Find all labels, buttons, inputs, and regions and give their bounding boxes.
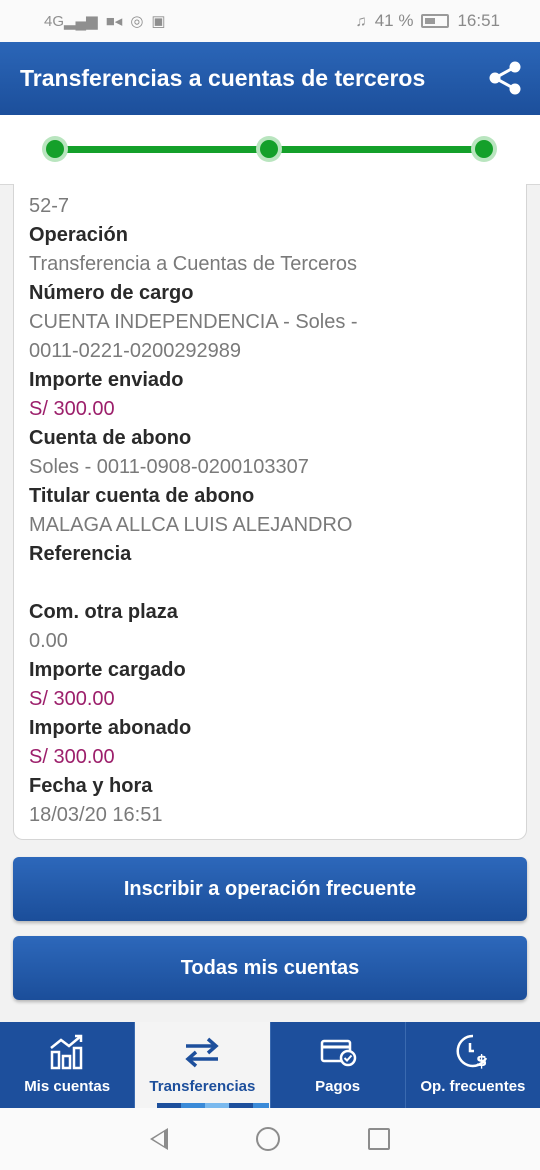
- battery-icon: [421, 14, 450, 28]
- nav-label: Op. frecuentes: [420, 1078, 526, 1095]
- system-nav-bar: [0, 1108, 540, 1170]
- home-icon[interactable]: [256, 1127, 280, 1151]
- share-icon[interactable]: [486, 59, 524, 97]
- detail-list: 52-7 Operación Transferencia a Cuentas d…: [29, 192, 509, 830]
- transfer-detail-card: 52-7 Operación Transferencia a Cuentas d…: [13, 184, 527, 840]
- clock-dollar-icon: $: [456, 1034, 487, 1070]
- cargo-label: Número de cargo: [29, 282, 194, 304]
- whatsapp-icon: ◎: [130, 13, 144, 30]
- operacion-value: Transferencia a Cuentas de Terceros: [29, 253, 357, 275]
- fecha-value: 18/03/20 16:51: [29, 804, 163, 826]
- nav-pagos[interactable]: Pagos: [271, 1022, 406, 1108]
- chart-icon: [50, 1034, 83, 1070]
- signal-icon: 4G▂▄▆: [44, 13, 98, 30]
- recent-apps-icon[interactable]: [368, 1128, 390, 1150]
- page-title: Transferencias a cuentas de terceros: [20, 65, 426, 91]
- transfer-arrows-icon: [185, 1037, 220, 1068]
- abonado-label: Importe abonado: [29, 717, 192, 739]
- facebook-icon: ▣: [151, 13, 166, 30]
- status-right: ♫ 41 % 16:51: [355, 11, 500, 31]
- step-1-dot: [46, 140, 64, 158]
- cargado-label: Importe cargado: [29, 659, 186, 681]
- abono-value: Soles - 0011-0908-0200103307: [29, 456, 309, 478]
- abonado-value: S/ 300.00: [29, 746, 115, 768]
- headset-icon: ♫: [355, 12, 367, 30]
- cargo-value-line2: 0011-0221-0200292989: [29, 340, 242, 362]
- video-icon: ■◂: [105, 13, 123, 30]
- cargado-value: S/ 300.00: [29, 688, 115, 710]
- titular-value: MALAGA ALLCA LUIS ALEJANDRO: [29, 514, 353, 536]
- account-partial: 52-7: [29, 195, 70, 217]
- cargo-value-line1: CUENTA INDEPENDENCIA - Soles -: [29, 311, 358, 333]
- battery-percent: 41 %: [374, 11, 414, 30]
- operacion-label: Operación: [29, 224, 128, 246]
- bottom-nav: Mis cuentas Transferencias Pagos $ Op. f…: [0, 1022, 540, 1108]
- status-left: 4G▂▄▆ ■◂ ◎ ▣: [44, 12, 166, 30]
- nav-label: Pagos: [315, 1078, 361, 1095]
- enviado-label: Importe enviado: [29, 369, 184, 391]
- card-check-icon: [320, 1039, 356, 1067]
- nav-label: Mis cuentas: [24, 1078, 111, 1095]
- titular-label: Titular cuenta de abono: [29, 485, 255, 507]
- nav-mis-cuentas[interactable]: Mis cuentas: [0, 1022, 136, 1108]
- todas-cuentas-button[interactable]: Todas mis cuentas: [13, 936, 527, 1000]
- progress-stepper: [0, 115, 540, 185]
- svg-text:$: $: [476, 1051, 487, 1070]
- status-time: 16:51: [457, 11, 500, 30]
- nav-op-frecuentes[interactable]: $ Op. frecuentes: [406, 1022, 540, 1108]
- status-bar: 4G▂▄▆ ■◂ ◎ ▣ ♫ 41 % 16:51: [0, 0, 540, 42]
- referencia-value: [29, 569, 509, 598]
- com-value: 0.00: [29, 630, 68, 652]
- back-icon[interactable]: [150, 1128, 168, 1150]
- step-2-dot: [260, 140, 278, 158]
- com-label: Com. otra plaza: [29, 601, 178, 623]
- inscribir-frecuente-button[interactable]: Inscribir a operación frecuente: [13, 857, 527, 921]
- nav-transferencias[interactable]: Transferencias: [135, 1022, 271, 1108]
- fecha-label: Fecha y hora: [29, 775, 153, 797]
- abono-label: Cuenta de abono: [29, 427, 192, 449]
- step-3-dot: [475, 140, 493, 158]
- nav-label: Transferencias: [149, 1078, 256, 1095]
- enviado-value: S/ 300.00: [29, 398, 115, 420]
- app-header: Transferencias a cuentas de terceros: [0, 42, 540, 115]
- network-type: 4G: [44, 13, 65, 30]
- referencia-label: Referencia: [29, 543, 132, 565]
